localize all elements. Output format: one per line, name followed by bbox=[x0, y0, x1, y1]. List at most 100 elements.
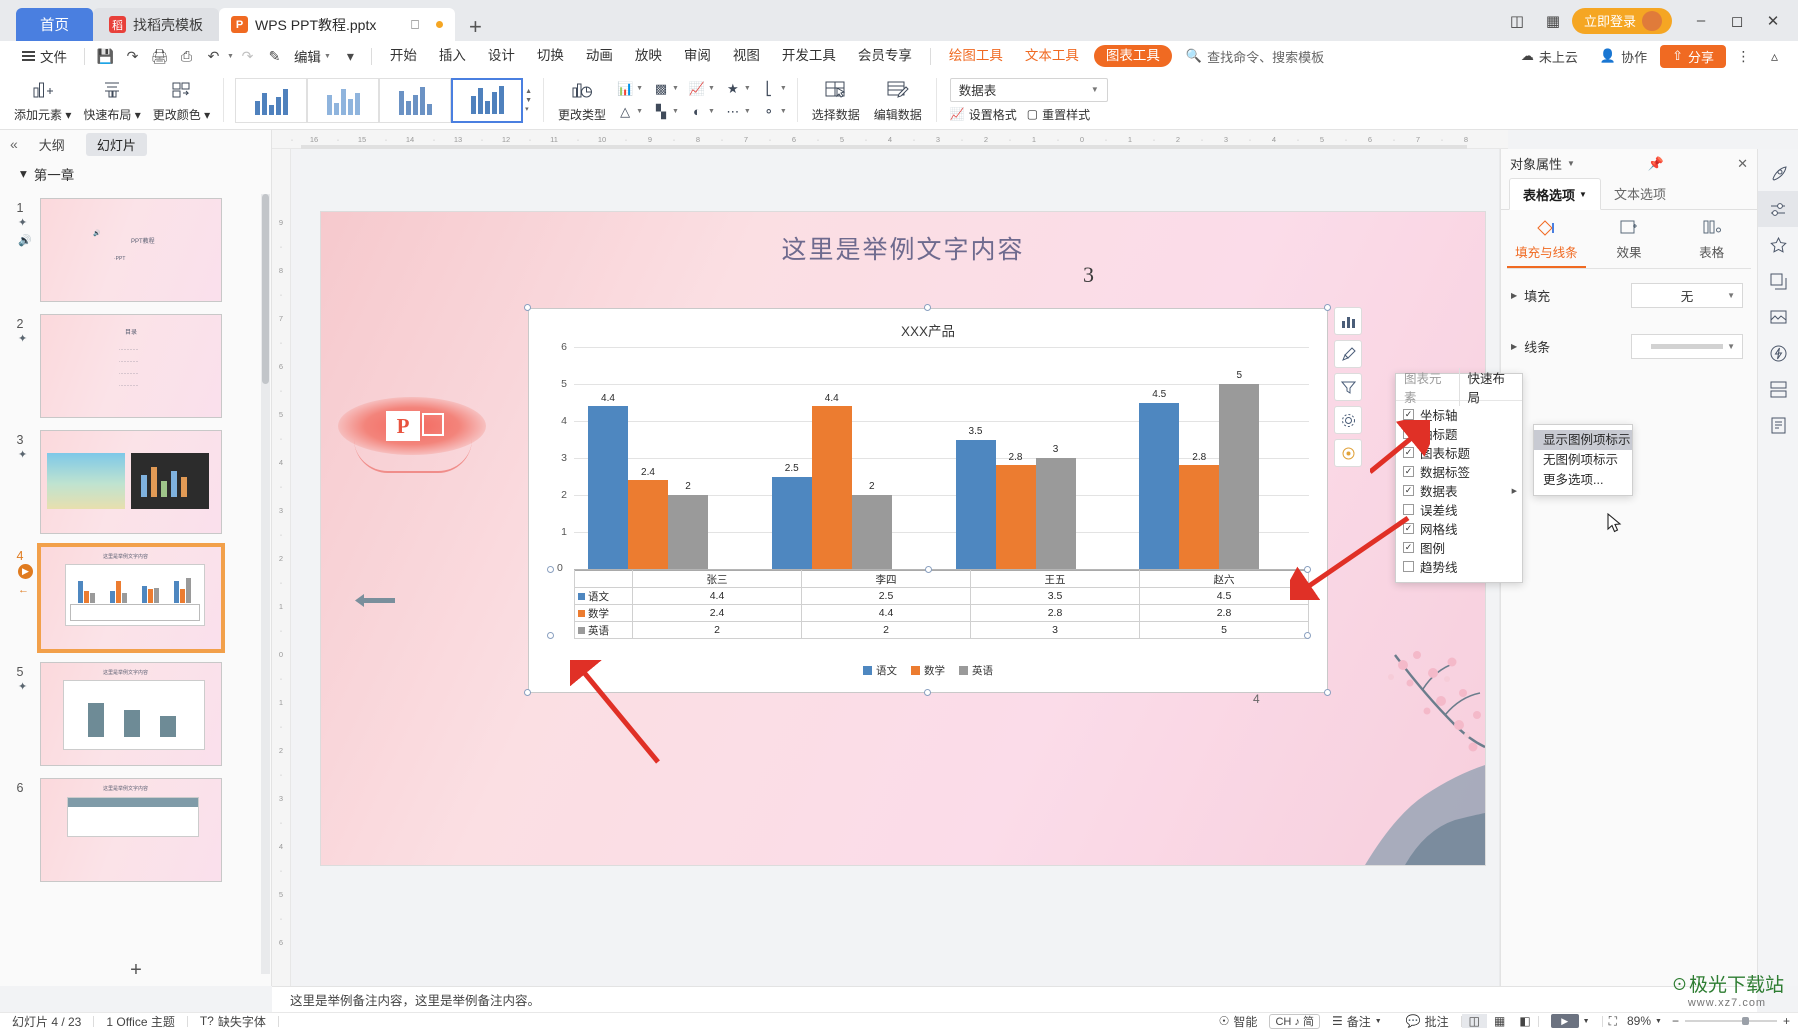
slide-thumbnail[interactable] bbox=[40, 430, 222, 534]
tab-text-options[interactable]: 文本选项 bbox=[1601, 178, 1679, 209]
close-icon[interactable]: ✕ bbox=[1727, 156, 1748, 172]
minimize-icon[interactable]: – bbox=[1684, 6, 1718, 36]
slide-thumbnail[interactable]: 目录 ············· ············· ·········… bbox=[40, 314, 222, 418]
theme-name[interactable]: 1 Office 主题 bbox=[94, 1013, 186, 1029]
popup-item-gridlines[interactable]: ✓ 网格线 bbox=[1396, 519, 1522, 538]
radar-chart-button[interactable]: ★ ▼ bbox=[721, 79, 754, 99]
list-item[interactable]: 6 这里是举例文字内容 bbox=[0, 772, 272, 888]
pie-chart-button[interactable]: ◐ ▼ bbox=[685, 102, 718, 122]
zoom-slider[interactable] bbox=[1684, 1017, 1777, 1025]
slide-thumbnail[interactable]: 这里是举例文字内容 bbox=[40, 778, 222, 882]
left-arrow-shape[interactable] bbox=[354, 592, 396, 609]
more-options-icon[interactable]: ⋮ bbox=[1730, 44, 1757, 68]
resize-handle-tr[interactable] bbox=[1304, 566, 1311, 573]
undo-icon[interactable]: ↶ bbox=[200, 44, 227, 68]
brush-icon[interactable] bbox=[1334, 340, 1362, 368]
scatter-chart-button[interactable]: ⋯ ▼ bbox=[721, 102, 754, 122]
ime-indicator[interactable]: CH ♪ 简 bbox=[1269, 1013, 1320, 1029]
menu-item-review[interactable]: 审阅 bbox=[673, 41, 722, 71]
star-icon[interactable] bbox=[1758, 227, 1798, 263]
slide-thumbnail[interactable]: 🔊 PPT教程 ·PPT bbox=[40, 198, 222, 302]
tab-home[interactable]: 首页 bbox=[16, 8, 93, 41]
menu-item-transition[interactable]: 切换 bbox=[526, 41, 575, 71]
missing-font-status[interactable]: T? 缺失字体 bbox=[188, 1013, 278, 1029]
submenu-item-no-legend-keys[interactable]: 无图例项标示 bbox=[1534, 450, 1632, 470]
chart-style-option-selected[interactable] bbox=[451, 77, 524, 123]
line-chart-button[interactable]: 📈 ▼ bbox=[685, 79, 718, 99]
chart-data-table[interactable]: 张三 李四 王五 赵六 语文 4.4 2.5 3.5 4.5 数学 2.4 4.… bbox=[574, 570, 1309, 639]
tab-outline[interactable]: 大纲 bbox=[28, 133, 76, 156]
chart-plot-area[interactable]: 6 5 4 3 2 1 4.4 2.4 2 2.5 4.4 2 3.5 2.8 … bbox=[561, 341, 1309, 569]
chart-elements-popup[interactable]: 图表元素 快速布局 ✓ 坐标轴 轴标题 ✓ 图表标题 ✓ 数据标签 ✓ 数据表 ▶ 误差线… bbox=[1395, 368, 1523, 583]
checkbox-checked[interactable]: ✓ bbox=[1403, 523, 1414, 534]
combo-chart-button[interactable]: ▚ ▼ bbox=[649, 102, 682, 122]
slide-surface[interactable]: 这里是举例文字内容 3 P 4 XXX产品 6 5 4 3 2 1 4.4 2.… bbox=[320, 211, 1486, 866]
subtab-fill-and-line[interactable]: 填充与线条 bbox=[1507, 217, 1586, 268]
chart-handle-br[interactable] bbox=[1324, 689, 1331, 696]
line-style-select[interactable]: ▼ bbox=[1631, 334, 1743, 359]
checkbox-unchecked[interactable] bbox=[1403, 561, 1414, 572]
popup-item-data-table[interactable]: ✓ 数据表 ▶ bbox=[1396, 481, 1522, 500]
tab-document[interactable]: P WPS PPT教程.pptx ⎕ bbox=[219, 8, 455, 41]
more-quick-access-icon[interactable]: ▾ bbox=[337, 44, 364, 68]
tab-templates[interactable]: 稻 找稻壳模板 bbox=[93, 8, 219, 41]
collapse-panel-icon[interactable]: « bbox=[10, 136, 18, 152]
chart-elements-icon[interactable] bbox=[1334, 307, 1362, 335]
smart-assistant-button[interactable]: ☉ 智能 bbox=[1207, 1013, 1270, 1029]
chart-style-option[interactable] bbox=[379, 77, 452, 123]
slide-sorter-icon[interactable]: ▦ bbox=[1487, 1014, 1512, 1028]
resize-handle-bl[interactable] bbox=[547, 632, 554, 639]
add-slide-button[interactable]: + bbox=[0, 954, 272, 986]
menu-item-view[interactable]: 视图 bbox=[722, 41, 771, 71]
vertical-ruler[interactable]: 9 · 8 · 7 · 6 · 5 · 4 · 3 · 2 · 1 · 0 · 1 · 2 · 3 · 4 · 5 · 6 bbox=[272, 149, 291, 986]
checkbox-checked[interactable]: ✓ bbox=[1403, 447, 1414, 458]
popup-item-legend[interactable]: ✓ 图例 bbox=[1396, 538, 1522, 557]
collaborate-button[interactable]: 👤 协作 bbox=[1591, 47, 1656, 66]
pin-icon[interactable]: 📌 bbox=[1638, 156, 1664, 172]
menu-item-chart-tools[interactable]: 图表工具 bbox=[1093, 45, 1172, 67]
legend-item-chinese[interactable]: 语文 bbox=[863, 663, 897, 678]
menu-item-start[interactable]: 开始 bbox=[379, 41, 428, 71]
list-item[interactable]: 5 ✦ 这里是举例文字内容 bbox=[0, 656, 272, 772]
redo-icon[interactable]: ↷ bbox=[234, 44, 261, 68]
image-icon[interactable] bbox=[1758, 299, 1798, 335]
reading-view-icon[interactable]: ◧ bbox=[1512, 1014, 1537, 1028]
submenu-item-more-options[interactable]: 更多选项... bbox=[1534, 470, 1632, 490]
stock-chart-button[interactable]: ⎣ ▼ bbox=[757, 79, 790, 99]
bar-chart-button[interactable]: ▩ ▼ bbox=[649, 79, 682, 99]
slide-thumbnail-current[interactable]: 这里是举例文字内容 bbox=[37, 543, 225, 653]
format-painter-icon[interactable]: ✎ bbox=[261, 44, 288, 68]
tab-slides[interactable]: 幻灯片 bbox=[85, 132, 147, 156]
chart-handle-bl[interactable] bbox=[524, 689, 531, 696]
checkbox-checked[interactable]: ✓ bbox=[1403, 409, 1414, 420]
properties-icon[interactable] bbox=[1758, 191, 1798, 227]
notes-pane[interactable]: 这里是举例备注内容，这里是举例备注内容。 bbox=[272, 986, 1757, 1012]
zoom-out-button[interactable]: − bbox=[1666, 1014, 1685, 1028]
login-button[interactable]: 立即登录 bbox=[1571, 7, 1672, 34]
fill-select[interactable]: 无 ▼ bbox=[1631, 283, 1743, 308]
target-icon[interactable] bbox=[1334, 439, 1362, 467]
popup-item-trendline[interactable]: 趋势线 bbox=[1396, 557, 1522, 576]
change-color-button[interactable]: 更改颜色 ▾ bbox=[147, 73, 216, 128]
collapse-ribbon-icon[interactable]: ▵ bbox=[1761, 44, 1788, 68]
notes-toggle-button[interactable]: ☰ 备注 ▼ bbox=[1320, 1013, 1394, 1029]
print-preview-icon[interactable]: ⎙ bbox=[173, 44, 200, 68]
menu-item-developer[interactable]: 开发工具 bbox=[771, 41, 847, 71]
quick-layout-button[interactable]: 快速布局 ▾ bbox=[77, 73, 146, 128]
reset-style-button[interactable]: ▢ 重置样式 bbox=[1027, 106, 1090, 123]
start-slideshow-button[interactable]: ▶ ▼ bbox=[1539, 1014, 1602, 1028]
edit-mode-dropdown[interactable]: 编辑 ▼ bbox=[288, 46, 337, 66]
list-item[interactable]: 3 ✦ bbox=[0, 424, 272, 540]
document-icon[interactable] bbox=[1758, 407, 1798, 443]
checkbox-checked[interactable]: ✓ bbox=[1403, 485, 1414, 496]
tab-quick-layout[interactable]: 快速布局 bbox=[1458, 368, 1523, 406]
chart-element-select[interactable]: 数据表 ▼ bbox=[949, 77, 1108, 102]
chart-handle-tl[interactable] bbox=[524, 304, 531, 311]
legend-item-english[interactable]: 英语 bbox=[959, 663, 993, 678]
menu-item-slideshow[interactable]: 放映 bbox=[624, 41, 673, 71]
filter-icon[interactable] bbox=[1334, 373, 1362, 401]
copy-icon[interactable] bbox=[1758, 263, 1798, 299]
thumbnail-scrollbar[interactable] bbox=[261, 194, 270, 974]
chart-handle-tr[interactable] bbox=[1324, 304, 1331, 311]
slide-thumbnail[interactable]: 这里是举例文字内容 bbox=[40, 662, 222, 766]
